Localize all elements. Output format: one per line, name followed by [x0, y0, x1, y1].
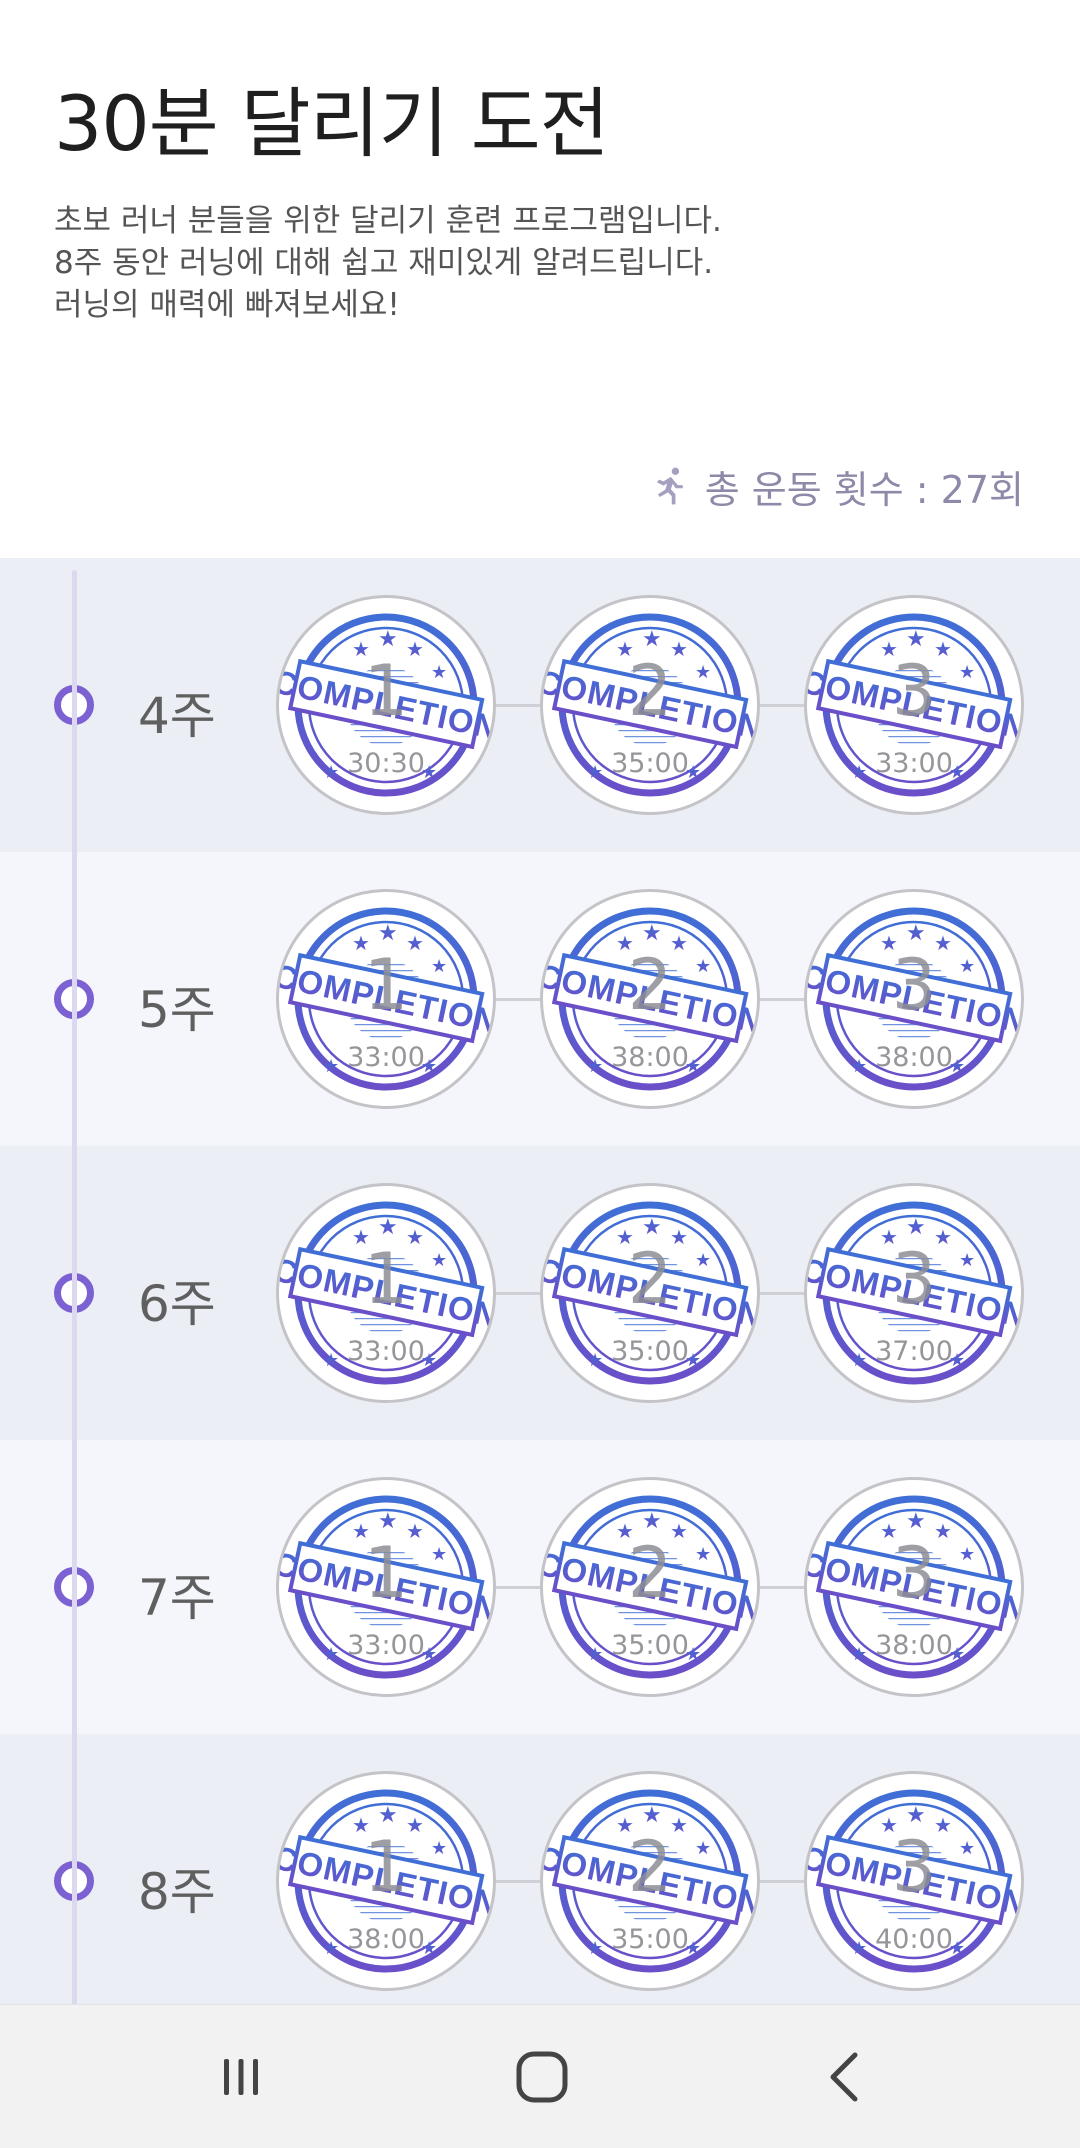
session-connector [758, 1292, 808, 1295]
svg-text:★: ★ [906, 627, 926, 652]
recent-apps-icon [224, 2059, 258, 2095]
session-time: 40:00 [875, 1924, 953, 1955]
session-number: 1 [363, 1238, 409, 1320]
session-number: 2 [627, 944, 673, 1026]
session-number: 3 [891, 1238, 937, 1320]
svg-text:★: ★ [642, 1803, 662, 1828]
week-label: 4주 [138, 687, 216, 745]
session-connector [758, 998, 808, 1001]
session-time: 33:00 [875, 748, 953, 779]
session-connector [494, 1880, 544, 1883]
session-badge[interactable]: ★ ★ ★ ★ ★ ★ COMPLETION 3 38:00 [804, 1477, 1024, 1697]
home-button[interactable] [497, 2041, 587, 2113]
svg-text:★: ★ [642, 627, 662, 652]
back-icon [830, 2052, 858, 2102]
program-description: 초보 러너 분들을 위한 달리기 훈련 프로그램입니다. 8주 동안 러닝에 대… [54, 200, 722, 326]
session-number: 2 [627, 1238, 673, 1320]
session-time: 33:00 [347, 1630, 425, 1661]
svg-text:★: ★ [642, 1215, 662, 1240]
session-connector [494, 704, 544, 707]
program-header: 30분 달리기 도전 초보 러너 분들을 위한 달리기 훈련 프로그램입니다. … [0, 0, 1080, 558]
session-number: 1 [363, 944, 409, 1026]
recent-apps-button[interactable] [196, 2041, 286, 2113]
session-connector [494, 998, 544, 1001]
svg-text:★: ★ [378, 1803, 398, 1828]
description-line-1: 초보 러너 분들을 위한 달리기 훈련 프로그램입니다. [54, 203, 722, 239]
svg-text:★: ★ [378, 921, 398, 946]
page-title: 30분 달리기 도전 [54, 79, 610, 168]
session-time: 35:00 [611, 748, 689, 779]
week-row: 5주 ★ ★ ★ ★ ★ ★ COMPLETION 1 33:00 ★ ★ ★ ★ ★ ★ COMPLETION… [0, 852, 1080, 1146]
session-number: 2 [627, 1532, 673, 1614]
session-badge[interactable]: ★ ★ ★ ★ ★ ★ COMPLETION 1 33:00 [276, 889, 496, 1109]
week-row: 8주 ★ ★ ★ ★ ★ ★ COMPLETION 1 38:00 ★ ★ ★ ★ ★ ★ COMPLETION… [0, 1734, 1080, 2004]
week-label: 5주 [138, 981, 216, 1039]
svg-text:★: ★ [642, 1509, 662, 1534]
week-label: 7주 [138, 1569, 216, 1627]
session-number: 3 [891, 1826, 937, 1908]
session-badge[interactable]: ★ ★ ★ ★ ★ ★ COMPLETION 2 35:00 [540, 1477, 760, 1697]
session-connector [494, 1586, 544, 1589]
week-label: 8주 [138, 1863, 216, 1921]
session-time: 38:00 [875, 1042, 953, 1073]
svg-text:★: ★ [906, 1215, 926, 1240]
session-time: 37:00 [875, 1336, 953, 1367]
session-connector [758, 1586, 808, 1589]
svg-text:★: ★ [906, 1509, 926, 1534]
session-time: 38:00 [347, 1924, 425, 1955]
session-time: 33:00 [347, 1042, 425, 1073]
total-workouts-label: 총 운동 횟수 : 27회 [704, 467, 1024, 512]
session-number: 2 [627, 650, 673, 732]
timeline-line [72, 570, 77, 2004]
session-number: 1 [363, 1826, 409, 1908]
app-screen: 30분 달리기 도전 초보 러너 분들을 위한 달리기 훈련 프로그램입니다. … [0, 0, 1080, 2148]
session-badge[interactable]: ★ ★ ★ ★ ★ ★ COMPLETION 1 33:00 [276, 1183, 496, 1403]
svg-text:★: ★ [906, 921, 926, 946]
session-badge[interactable]: ★ ★ ★ ★ ★ ★ COMPLETION 2 35:00 [540, 1771, 760, 1991]
session-badge[interactable]: ★ ★ ★ ★ ★ ★ COMPLETION 3 33:00 [804, 595, 1024, 815]
session-time: 38:00 [875, 1630, 953, 1661]
week-row: 6주 ★ ★ ★ ★ ★ ★ COMPLETION 1 33:00 ★ ★ ★ ★ ★ ★ COMPLETION… [0, 1146, 1080, 1440]
session-number: 1 [363, 650, 409, 732]
session-badge[interactable]: ★ ★ ★ ★ ★ ★ COMPLETION 2 38:00 [540, 889, 760, 1109]
session-time: 35:00 [611, 1630, 689, 1661]
session-number: 3 [891, 944, 937, 1026]
session-badge[interactable]: ★ ★ ★ ★ ★ ★ COMPLETION 1 38:00 [276, 1771, 496, 1991]
session-time: 35:00 [611, 1924, 689, 1955]
svg-text:★: ★ [906, 1803, 926, 1828]
session-time: 30:30 [347, 748, 425, 779]
session-badge[interactable]: ★ ★ ★ ★ ★ ★ COMPLETION 1 30:30 [276, 595, 496, 815]
session-time: 35:00 [611, 1336, 689, 1367]
session-number: 3 [891, 1532, 937, 1614]
week-label: 6주 [138, 1275, 216, 1333]
session-badge[interactable]: ★ ★ ★ ★ ★ ★ COMPLETION 3 40:00 [804, 1771, 1024, 1991]
week-row: 7주 ★ ★ ★ ★ ★ ★ COMPLETION 1 33:00 ★ ★ ★ ★ ★ ★ COMPLETION… [0, 1440, 1080, 1734]
svg-text:★: ★ [378, 1215, 398, 1240]
running-person-icon [656, 467, 683, 505]
session-badge[interactable]: ★ ★ ★ ★ ★ ★ COMPLETION 3 37:00 [804, 1183, 1024, 1403]
session-connector [494, 1292, 544, 1295]
session-badge[interactable]: ★ ★ ★ ★ ★ ★ COMPLETION 3 38:00 [804, 889, 1024, 1109]
session-connector [758, 1880, 808, 1883]
session-badge[interactable]: ★ ★ ★ ★ ★ ★ COMPLETION 2 35:00 [540, 1183, 760, 1403]
session-number: 1 [363, 1532, 409, 1614]
session-badge[interactable]: ★ ★ ★ ★ ★ ★ COMPLETION 2 35:00 [540, 595, 760, 815]
total-workouts: 총 운동 횟수 : 27회 [647, 458, 1024, 514]
svg-text:★: ★ [378, 1509, 398, 1534]
home-icon [516, 2051, 568, 2103]
svg-text:★: ★ [378, 627, 398, 652]
session-time: 33:00 [347, 1336, 425, 1367]
session-badge[interactable]: ★ ★ ★ ★ ★ ★ COMPLETION 1 33:00 [276, 1477, 496, 1697]
session-number: 3 [891, 650, 937, 732]
session-time: 38:00 [611, 1042, 689, 1073]
back-button[interactable] [800, 2041, 890, 2113]
svg-text:★: ★ [642, 921, 662, 946]
session-connector [758, 704, 808, 707]
week-row: 4주 ★ ★ ★ ★ ★ ★ COMPLETION 1 30:30 ★ ★ ★ ★ ★ ★ COMPLETION… [0, 558, 1080, 852]
system-navigation-bar [0, 2004, 1080, 2148]
description-line-3: 러닝의 매력에 빠져보세요! [54, 287, 400, 323]
session-number: 2 [627, 1826, 673, 1908]
weekly-schedule-list[interactable]: 4주 ★ ★ ★ ★ ★ ★ COMPLETION 1 30:30 ★ ★ ★ ★ ★ ★ COMPLETION… [0, 558, 1080, 2004]
description-line-2: 8주 동안 러닝에 대해 쉽고 재미있게 알려드립니다. [54, 245, 714, 281]
